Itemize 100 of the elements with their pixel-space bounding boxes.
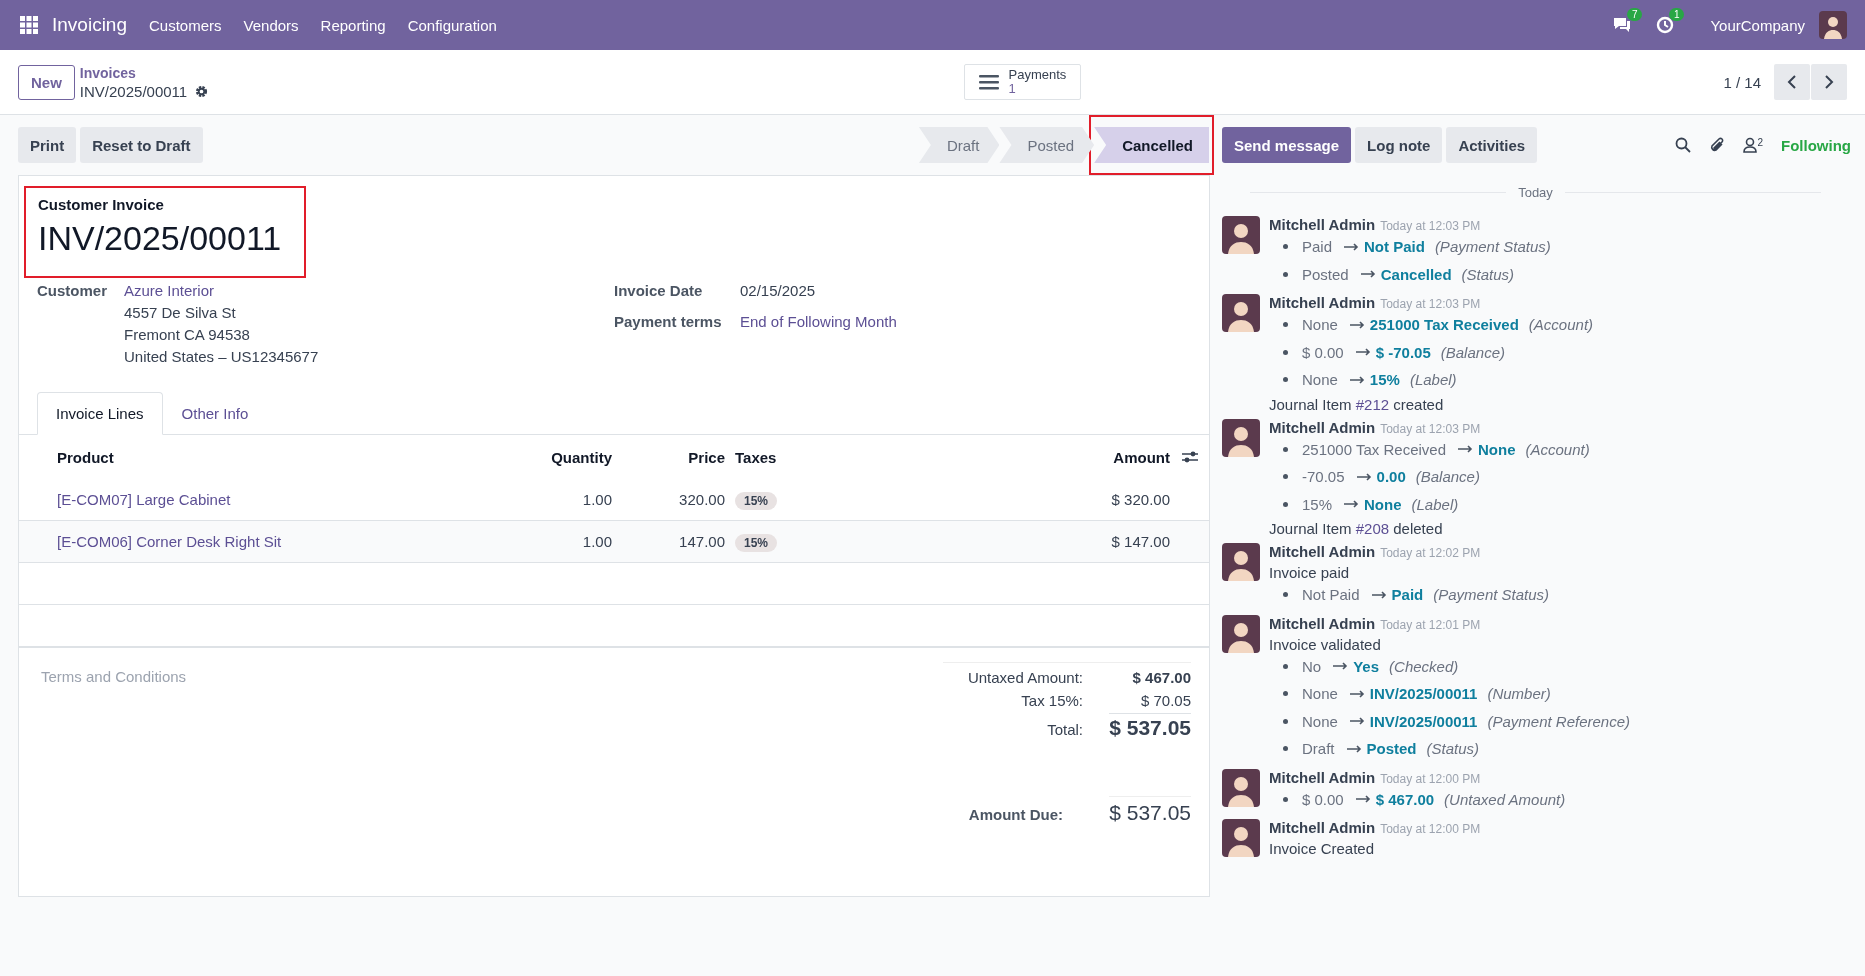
old-value: None: [1302, 316, 1338, 334]
column-header[interactable]: Quantity: [480, 448, 612, 466]
message-text: Invoice paid: [1269, 564, 1351, 581]
search-icon[interactable]: [1675, 137, 1692, 153]
field-name: (Payment Status): [1433, 586, 1550, 604]
message-time: Today at 12:02 PM: [1380, 546, 1481, 560]
message-text: Journal Item #208 deleted: [1268, 520, 1444, 537]
messages-badge: 7: [1626, 8, 1643, 21]
old-value: Paid: [1302, 238, 1333, 256]
apps-menu-icon[interactable]: [20, 16, 38, 34]
customer-link[interactable]: Azure Interior: [124, 282, 319, 299]
message-time: Today at 12:00 PM: [1380, 822, 1481, 836]
arrow-icon: [1346, 744, 1362, 753]
amount-cell-text: $ 320.00: [1110, 491, 1170, 508]
field-name: (Status): [1461, 265, 1515, 283]
menu-item[interactable]: Reporting: [320, 16, 386, 34]
menu-item[interactable]: Configuration: [407, 16, 497, 34]
author-name: Mitchell Admin: [1269, 216, 1376, 233]
field-name: (Account): [1528, 316, 1594, 334]
user-avatar[interactable]: [1819, 11, 1847, 39]
new-value: INV/2025/00011: [1369, 712, 1478, 730]
paperclip-icon[interactable]: [1709, 136, 1726, 154]
column-header[interactable]: Price: [612, 448, 725, 466]
field-label: Invoice Date: [614, 282, 704, 299]
bullet-icon: [1283, 377, 1288, 383]
company-name[interactable]: YourCompany: [1710, 16, 1805, 34]
chatter-button[interactable]: Activities: [1446, 127, 1538, 163]
user-avatar: [1222, 768, 1260, 807]
field-value-link[interactable]: End of Following Month: [740, 313, 897, 330]
old-value: None: [1302, 712, 1338, 730]
sliders-icon[interactable]: [1181, 450, 1198, 464]
total-value: $ 537.05: [1109, 713, 1191, 740]
form-tab[interactable]: Other Info: [162, 392, 268, 435]
message-text: Journal Item #212 created: [1268, 395, 1445, 413]
author-name: Mitchell Admin: [1269, 768, 1376, 786]
old-value: Not Paid: [1302, 586, 1360, 604]
action-button[interactable]: Reset to Draft: [80, 127, 203, 163]
arrow-icon: [1360, 270, 1376, 279]
field-label: Payment terms: [614, 313, 723, 330]
chevron-right-icon: [1824, 75, 1834, 89]
old-value: -70.05: [1302, 468, 1345, 486]
journal-item-link[interactable]: #208: [1355, 520, 1390, 537]
settings-icon[interactable]: [195, 84, 209, 98]
status-stage[interactable]: Posted: [999, 127, 1095, 163]
menu-item[interactable]: Vendors: [243, 16, 299, 34]
form-tab[interactable]: Invoice Lines: [37, 392, 163, 435]
person-icon[interactable]: [1743, 137, 1758, 153]
bullet-icon: [1283, 691, 1288, 697]
chatter-button[interactable]: Log note: [1355, 127, 1443, 163]
chatter-button[interactable]: Send message: [1222, 127, 1352, 163]
bullet-icon: [1283, 322, 1288, 328]
price-cell-text: 147.00: [678, 533, 725, 550]
arrow-icon: [1356, 472, 1372, 481]
new-value: 251000 Tax Received: [1369, 316, 1519, 334]
new-value: Cancelled: [1380, 265, 1452, 283]
user-avatar: [1222, 614, 1260, 653]
column-header[interactable]: Product: [57, 448, 480, 466]
status-stage[interactable]: Cancelled: [1094, 127, 1209, 163]
payments-stat-button[interactable]: Payments 1: [963, 64, 1082, 100]
product-link[interactable]: [E-COM06] Corner Desk Right Sit: [57, 533, 480, 550]
field-name: (Untaxed Amount): [1444, 790, 1566, 808]
user-avatar: [1222, 216, 1260, 254]
clock-icon[interactable]: [1656, 16, 1675, 34]
arrow-icon: [1371, 590, 1387, 599]
bullet-icon: [1283, 474, 1288, 480]
arrow-icon: [1458, 445, 1473, 454]
product-link[interactable]: [E-COM07] Large Cabinet: [57, 491, 480, 508]
followers-count: 2: [1757, 137, 1763, 148]
app-name[interactable]: Invoicing: [52, 14, 127, 36]
new-value: None: [1364, 495, 1402, 513]
status-stage[interactable]: Draft: [918, 127, 1000, 163]
address-line: United States – US12345677: [124, 348, 319, 365]
menu-item[interactable]: Customers: [149, 16, 222, 34]
user-avatar: [1222, 819, 1260, 857]
new-button[interactable]: New: [18, 64, 75, 100]
bullet-icon: [1283, 796, 1288, 802]
new-value: 0.00: [1376, 468, 1406, 486]
bullet-icon: [1283, 592, 1288, 598]
amount-due-label: Amount Due:: [967, 806, 1063, 823]
old-value: No: [1302, 657, 1322, 675]
bullet-icon: [1283, 663, 1288, 669]
message-time: Today at 12:03 PM: [1380, 219, 1481, 233]
field-name: (Payment Reference): [1487, 712, 1630, 730]
previous-button[interactable]: [1774, 64, 1810, 100]
total-label: Tax 15%:: [1020, 692, 1083, 709]
tax-tag: 15%: [735, 492, 778, 510]
quantity-cell-text: 1.00: [581, 491, 612, 508]
action-button[interactable]: Print: [18, 127, 77, 163]
breadcrumb-link[interactable]: Invoices: [79, 64, 209, 81]
column-header[interactable]: Amount: [960, 448, 1170, 466]
next-button[interactable]: [1811, 64, 1847, 100]
arrow-icon: [1349, 717, 1365, 726]
new-value: Not Paid: [1364, 238, 1425, 256]
field-name: (Label): [1409, 371, 1457, 389]
column-header[interactable]: Taxes: [725, 448, 960, 466]
author-name: Mitchell Admin: [1269, 294, 1376, 311]
chat-bubbles-icon[interactable]: [1612, 16, 1633, 34]
journal-item-link[interactable]: #212: [1355, 395, 1390, 413]
bullet-icon: [1283, 446, 1288, 452]
old-value: $ 0.00: [1302, 343, 1344, 361]
